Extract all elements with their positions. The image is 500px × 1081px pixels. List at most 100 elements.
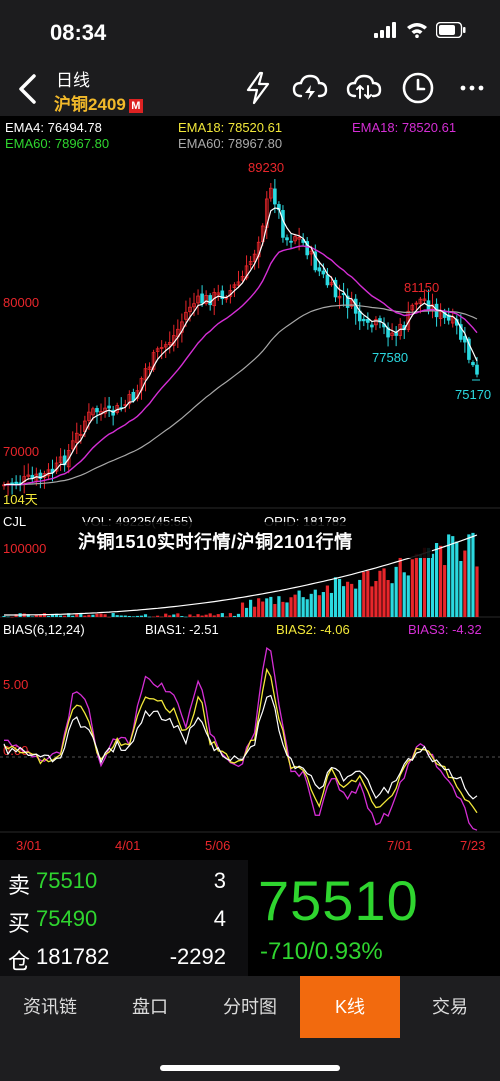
status-icons	[374, 22, 466, 38]
cjl-label: CJL	[3, 514, 26, 529]
bottom-tab-bar: 资讯链 盘口 分时图 K线 交易	[0, 976, 500, 1038]
volume-bar	[346, 581, 350, 617]
volume-bar	[58, 615, 63, 617]
sell-row: 卖 75510 3	[8, 862, 238, 900]
candle-body	[107, 405, 111, 409]
cloud-lightning-icon[interactable]	[292, 70, 328, 106]
candle-body	[325, 274, 330, 286]
volume-bar	[273, 603, 277, 617]
volume-bar	[471, 532, 475, 617]
candle-body	[370, 324, 374, 328]
volume-bar	[374, 581, 378, 617]
volume-bar	[168, 615, 172, 617]
volume-bar	[135, 615, 140, 617]
volume-bar	[196, 614, 200, 617]
volume-bar	[354, 588, 358, 617]
candle-body	[285, 237, 289, 241]
volume-bar	[232, 615, 237, 617]
candle-body	[317, 267, 322, 272]
candle-body	[200, 293, 204, 304]
low-price-label: 77580	[372, 350, 408, 365]
volume-bar	[71, 615, 75, 617]
volume-bar	[79, 613, 83, 617]
volume-bar	[208, 613, 212, 617]
volume-bar	[103, 614, 107, 617]
status-bar: 08:34	[0, 0, 500, 62]
ema4-white-line	[3, 207, 478, 486]
buy-row: 买 75490 4	[8, 900, 238, 938]
volume-bar	[325, 585, 330, 617]
volume-bar	[402, 572, 406, 617]
volume-bar	[366, 570, 370, 617]
tab-order-book[interactable]: 盘口	[100, 976, 200, 1038]
volume-bar	[285, 602, 289, 617]
clock-icon[interactable]	[400, 70, 436, 106]
volume-bar	[147, 616, 152, 618]
candle-body	[289, 240, 293, 243]
volume-bar	[212, 615, 216, 617]
tab-news-chain[interactable]: 资讯链	[0, 976, 100, 1038]
volume-bar	[394, 566, 398, 617]
back-arrow-icon[interactable]	[12, 70, 42, 108]
candle-body	[321, 270, 326, 275]
volume-bar	[382, 568, 386, 617]
volume-bar	[358, 579, 362, 617]
open-interest-row: 仓 181782 -2292	[8, 938, 238, 976]
volume-bar	[451, 536, 455, 617]
overlay-banner: 沪铜1510实时行情/沪铜2101行情	[70, 522, 432, 558]
x-date-1: 3/01	[16, 838, 41, 853]
volume-bar	[30, 616, 34, 617]
volume-bar	[216, 614, 220, 617]
volume-bar	[253, 606, 257, 617]
volume-bar	[244, 607, 249, 617]
volume-bar	[309, 593, 313, 617]
candle-body	[131, 391, 136, 402]
buy-label: 买	[8, 911, 31, 936]
volume-bar	[46, 616, 51, 617]
wifi-icon	[407, 23, 427, 38]
tab-intraday[interactable]: 分时图	[200, 976, 300, 1038]
bias2-label: BIAS2: -4.06	[276, 622, 350, 637]
kline-chart-area[interactable]: EMA4: 76494.78 EMA18: 78520.61 EMA18: 78…	[0, 116, 500, 860]
volume-bar	[337, 578, 342, 617]
volume-bar	[2, 615, 6, 617]
lightning-icon[interactable]	[240, 70, 276, 106]
volume-bar	[119, 615, 123, 617]
tab-trade[interactable]: 交易	[400, 976, 500, 1038]
volume-bar	[139, 615, 144, 617]
contract-name: 沪铜2409 M	[54, 90, 143, 115]
volume-bar	[261, 601, 265, 617]
tab-kline[interactable]: K线	[300, 976, 400, 1038]
volume-bar	[297, 590, 301, 617]
volume-bar	[406, 575, 410, 617]
home-indicator[interactable]	[160, 1065, 340, 1071]
volume-bar	[321, 592, 325, 617]
bias-title: BIAS(6,12,24)	[3, 622, 85, 637]
cloud-sync-icon[interactable]	[346, 70, 382, 106]
bias3-label: BIAS3: -4.32	[408, 622, 482, 637]
volume-bar	[398, 557, 402, 617]
x-date-5: 7/23	[460, 838, 485, 853]
volume-bar	[131, 616, 135, 617]
volume-bar	[378, 570, 382, 617]
volume-bar	[289, 597, 293, 617]
volume-bar	[333, 577, 338, 617]
bias-y-tick-5: 5.00	[3, 677, 28, 692]
candle-body	[208, 295, 212, 306]
bias1-line	[3, 694, 478, 800]
x-axis-dates: 3/01 4/01 5/06 7/01 7/23	[16, 838, 485, 853]
volume-bar	[143, 614, 148, 617]
volume-bar	[236, 613, 241, 617]
volume-bar	[172, 614, 176, 617]
bias3-line	[4, 646, 478, 831]
volume-bar	[115, 615, 119, 617]
volume-bar	[160, 616, 164, 618]
volume-bar	[228, 613, 232, 617]
cellular-signal-icon	[374, 22, 396, 38]
volume-bar	[414, 553, 418, 617]
candle-body	[475, 364, 479, 375]
volume-bar	[426, 547, 431, 617]
more-menu-icon[interactable]	[454, 70, 490, 106]
volume-bar	[99, 613, 103, 617]
volume-bar	[180, 616, 184, 617]
